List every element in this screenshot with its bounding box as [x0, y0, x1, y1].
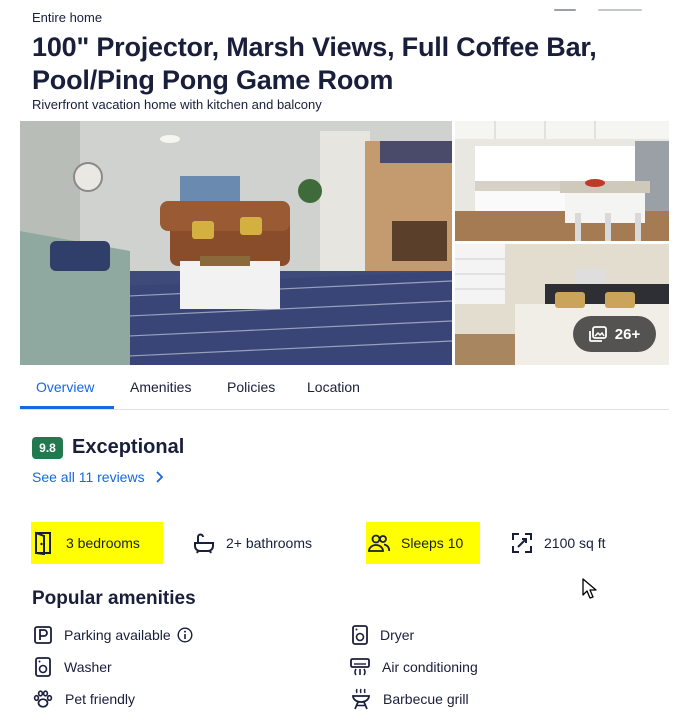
kitchen-photo[interactable] — [455, 121, 669, 241]
expand-icon — [512, 533, 532, 553]
washer-icon — [35, 657, 51, 677]
amenity-washer: Washer — [34, 655, 112, 679]
property-type-label: Entire home — [32, 10, 103, 25]
view-all-photos-button[interactable]: 26+ — [573, 316, 656, 352]
amenity-pet-friendly: Pet friendly — [33, 687, 135, 711]
tab-overview[interactable]: Overview — [36, 366, 94, 409]
bathtub-icon — [194, 533, 214, 554]
amenity-air-conditioning-label: Air conditioning — [382, 659, 478, 675]
tab-policies[interactable]: Policies — [227, 366, 275, 409]
section-tabs: Overview Amenities Policies Location — [20, 366, 669, 410]
amenity-dryer: Dryer — [352, 623, 414, 647]
rating-score-badge: 9.8 — [32, 437, 63, 459]
dryer-icon — [352, 625, 368, 645]
fact-bathrooms: 2+ bathrooms — [193, 522, 312, 564]
amenity-dryer-label: Dryer — [380, 627, 415, 643]
rating-label: Exceptional — [72, 436, 185, 458]
parking-icon — [34, 626, 52, 644]
fact-bedrooms-label: 3 bedrooms — [66, 535, 140, 551]
tab-location[interactable]: Location — [307, 366, 360, 409]
amenity-pet-friendly-label: Pet friendly — [65, 691, 136, 707]
fact-bathrooms-label: 2+ bathrooms — [226, 535, 312, 551]
see-all-reviews-link[interactable]: See all 11 reviews — [32, 469, 163, 485]
reviews-link-label: See all 11 reviews — [32, 469, 145, 485]
info-icon[interactable] — [177, 627, 193, 643]
popular-amenities-heading: Popular amenities — [32, 588, 196, 609]
amenity-barbecue-grill-label: Barbecue grill — [383, 691, 469, 707]
fact-bedrooms: 3 bedrooms — [31, 522, 163, 564]
living-room-photo[interactable] — [20, 121, 452, 365]
photo-gallery-icon — [588, 326, 607, 342]
chevron-right-icon — [155, 471, 163, 483]
photo-count-label: 26+ — [614, 325, 641, 343]
paw-icon — [33, 690, 53, 708]
air-conditioning-icon — [350, 658, 370, 676]
mouse-cursor-icon — [582, 578, 598, 605]
fact-sleeps: Sleeps 10 — [366, 522, 480, 564]
fact-sleeps-label: Sleeps 10 — [401, 535, 464, 551]
amenity-washer-label: Washer — [64, 659, 112, 675]
amenity-parking: Parking available — [34, 623, 193, 647]
page-title: 100" Projector, Marsh Views, Full Coffee… — [32, 32, 597, 95]
header-fragment — [548, 0, 648, 11]
amenity-air-conditioning: Air conditioning — [350, 655, 478, 679]
amenity-parking-label: Parking available — [64, 627, 171, 643]
tab-amenities[interactable]: Amenities — [130, 366, 191, 409]
fact-square-footage-label: 2100 sq ft — [544, 535, 606, 551]
property-subtitle: Riverfront vacation home with kitchen an… — [32, 97, 322, 112]
amenity-barbecue-grill: Barbecue grill — [351, 687, 469, 711]
people-icon — [368, 534, 390, 552]
fact-square-footage: 2100 sq ft — [511, 522, 606, 564]
active-tab-indicator — [20, 406, 114, 409]
door-icon — [35, 531, 51, 555]
grill-icon — [352, 688, 370, 710]
